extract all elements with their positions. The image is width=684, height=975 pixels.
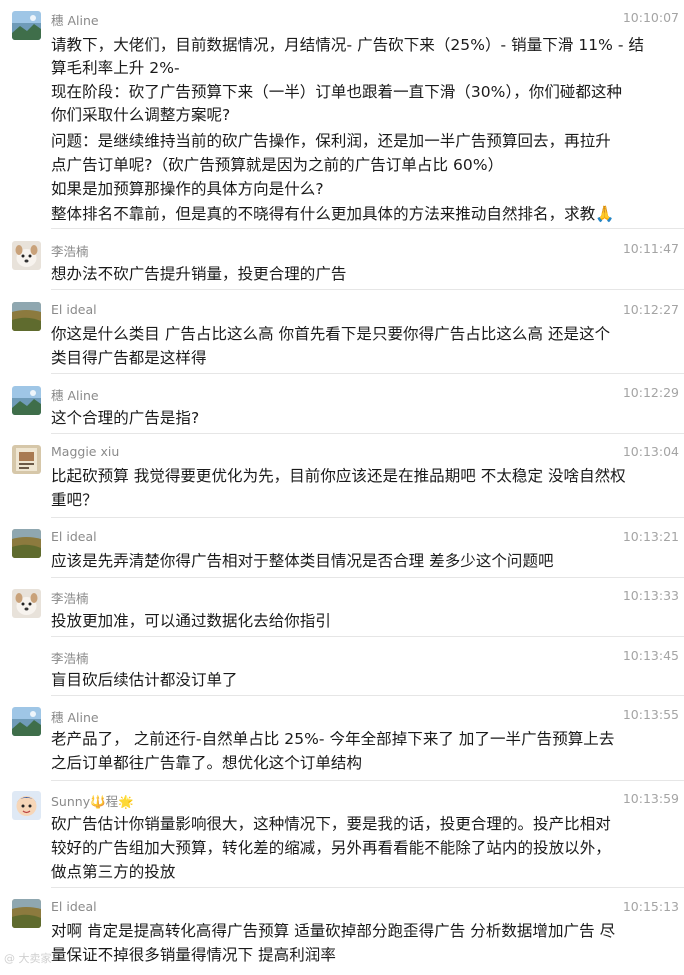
- message: 李浩楠 10:11:47 想办法不砍广告提升销量，投更合理的广告: [0, 229, 684, 289]
- landscape-avatar[interactable]: [12, 707, 41, 736]
- message-text: 你们采取什么调整方案呢?: [51, 106, 231, 124]
- message-text: 你这是什么类目 广告占比这么高 你首先看下是只要你得广告占比这么高 还是这个: [51, 325, 611, 343]
- message-text: 盲目砍后续估计都没订单了: [51, 671, 238, 689]
- message-text: 如果是加预算那操作的具体方向是什么?: [51, 180, 324, 198]
- sender-name: 穗 Aline: [51, 388, 99, 403]
- message-text: 老产品了， 之前还行-自然单占比 25%- 今年全部掉下来了 加了一半广告预算上…: [51, 730, 615, 748]
- sender-name: 李浩楠: [51, 244, 89, 259]
- timestamp: 10:13:55: [622, 707, 679, 722]
- message: El ideal 10:15:13 对啊 肯定是提高转化高得广告预算 适量砍掉部…: [0, 888, 684, 975]
- dog-avatar[interactable]: [12, 589, 41, 618]
- message-text: 整体排名不靠前，但是真的不晓得有什么更加具体的方法来推动自然排名，求教🙏: [51, 205, 615, 223]
- message-text: 之后订单都往广告靠了。想优化这个订单结构: [51, 754, 363, 772]
- landscape-avatar[interactable]: [12, 11, 41, 40]
- message-text: 较好的广告组加大预算，转化差的缩减，另外再看看能不能除了站内的投放以外，: [51, 839, 611, 857]
- sender-name: 李浩楠: [51, 591, 89, 606]
- sender-name: 穗 Aline: [51, 13, 99, 28]
- message-text: 这个合理的广告是指?: [51, 409, 200, 427]
- sender-name: Sunny🔱程🌟: [51, 794, 134, 809]
- card-avatar[interactable]: [12, 445, 41, 474]
- message-text: 砍广告估计你销量影响很大，这种情况下，要是我的话，投更合理的。投产比相对: [51, 815, 611, 833]
- message-text: 比起砍预算 我觉得要更优化为先，目前你应该还是在推品期吧 不太稳定 没啥自然权: [51, 467, 626, 485]
- message-text: 重吧？: [51, 491, 98, 509]
- message-text: 投放更加准，可以通过数据化去给你指引: [51, 612, 331, 630]
- cartoon-avatar[interactable]: [12, 791, 41, 820]
- timestamp: 10:15:13: [622, 899, 679, 914]
- message: 穗 Aline 10:13:55 老产品了， 之前还行-自然单占比 25%- 今…: [0, 696, 684, 780]
- timestamp: 10:11:47: [622, 241, 679, 256]
- message: El ideal 10:12:27 你这是什么类目 广告占比这么高 你首先看下是…: [0, 290, 684, 373]
- message-text: 请教下，大佬们，目前数据情况，月结情况- 广告砍下来（25%）- 销量下滑 11…: [51, 36, 645, 54]
- timestamp: 10:13:33: [622, 588, 679, 603]
- message: 李浩楠 10:13:45 盲目砍后续估计都没订单了: [0, 637, 684, 695]
- sender-name: El ideal: [51, 899, 97, 914]
- sender-name: El ideal: [51, 529, 97, 544]
- message-text: 对啊 肯定是提高转化高得广告预算 适量砍掉部分跑歪得广告 分析数据增加广告 尽: [51, 922, 616, 940]
- message-text: 应该是先弄清楚你得广告相对于整体类目情况是否合理 差多少这个问题吧: [51, 552, 554, 570]
- message: El ideal 10:13:21 应该是先弄清楚你得广告相对于整体类目情况是否…: [0, 518, 684, 578]
- message-text: 类目得广告都是这样得: [51, 349, 207, 367]
- field-avatar[interactable]: [12, 529, 41, 558]
- message: Sunny🔱程🌟 10:13:59 砍广告估计你销量影响很大，这种情况下，要是我…: [0, 781, 684, 887]
- message-text: 想办法不砍广告提升销量，投更合理的广告: [51, 265, 347, 283]
- timestamp: 10:10:07: [622, 10, 679, 25]
- message-text: 点广告订单呢?（砍广告预算就是因为之前的广告订单占比 60%）: [51, 156, 504, 174]
- timestamp: 10:13:04: [622, 444, 679, 459]
- field-avatar[interactable]: [12, 899, 41, 928]
- message: 李浩楠 10:13:33 投放更加准，可以通过数据化去给你指引: [0, 578, 684, 636]
- sender-name: 穗 Aline: [51, 710, 99, 725]
- timestamp: 10:12:29: [622, 385, 679, 400]
- landscape-avatar[interactable]: [12, 386, 41, 415]
- message-text: 做点第三方的投放: [51, 863, 176, 881]
- sender-name: 李浩楠: [51, 651, 89, 666]
- sender-name: El ideal: [51, 302, 97, 317]
- dog-avatar[interactable]: [12, 241, 41, 270]
- message-text: 问题：是继续维持当前的砍广告操作，保利润，还是加一半广告预算回去，再拉升: [51, 132, 611, 150]
- message-text: 算毛利率上升 2%-: [51, 59, 180, 77]
- watermark: @ 大卖家: [4, 952, 52, 965]
- field-avatar[interactable]: [12, 302, 41, 331]
- sender-name: Maggie xiu: [51, 444, 120, 459]
- message-text: 现在阶段：砍了广告预算下来（一半）订单也跟着一直下滑（30%），你们碰都这种: [51, 83, 623, 101]
- timestamp: 10:13:21: [622, 529, 679, 544]
- message: 穗 Aline 10:12:29 这个合理的广告是指?: [0, 374, 684, 434]
- timestamp: 10:12:27: [622, 302, 679, 317]
- message: Maggie xiu 10:13:04 比起砍预算 我觉得要更优化为先，目前你应…: [0, 434, 684, 518]
- message-text: 量保证不掉很多销量得情况下 提高利润率: [51, 946, 336, 964]
- timestamp: 10:13:45: [622, 648, 679, 663]
- message: 穗 Aline 10:10:07 请教下，大佬们，目前数据情况，月结情况- 广告…: [0, 0, 684, 228]
- timestamp: 10:13:59: [622, 791, 679, 806]
